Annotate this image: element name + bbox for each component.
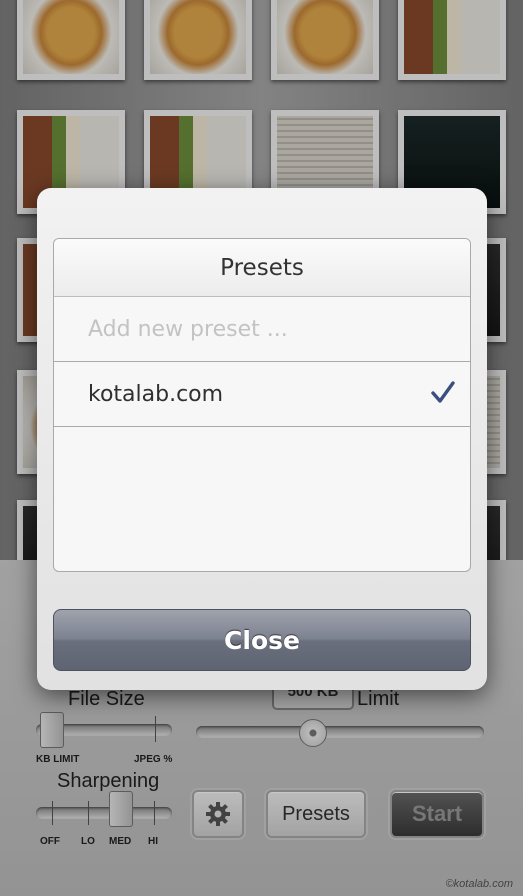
preset-item[interactable]: kotalab.com [54,362,470,427]
presets-list: Presets Add new preset ... kotalab.com [53,238,471,572]
presets-title: Presets [54,239,470,297]
preset-item-label: kotalab.com [88,381,224,407]
close-button[interactable]: Close [53,609,471,671]
presets-dialog: Presets Add new preset ... kotalab.com C… [37,188,487,690]
checkmark-icon [431,381,455,403]
add-preset-input[interactable]: Add new preset ... [54,297,470,362]
